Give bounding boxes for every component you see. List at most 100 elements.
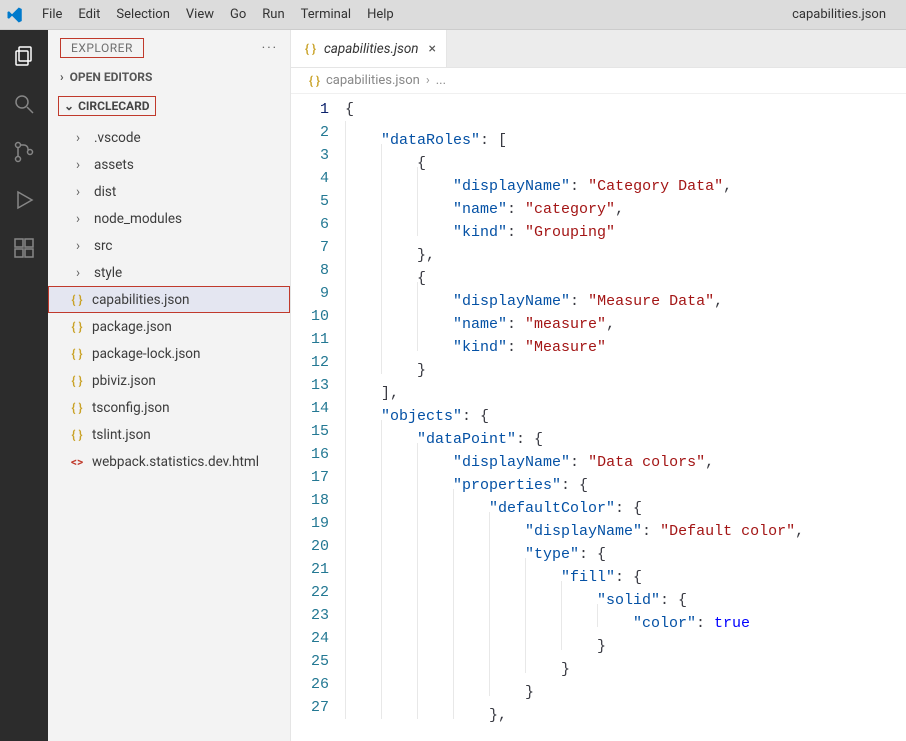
tree-label: node_modules — [94, 211, 182, 227]
code-line[interactable]: "kind": "Measure" — [345, 328, 804, 351]
code-line[interactable]: } — [345, 351, 804, 374]
line-number: 2 — [311, 121, 329, 144]
line-number: 7 — [311, 236, 329, 259]
explorer-more-icon[interactable]: ··· — [262, 41, 278, 56]
code-line[interactable]: "displayName": "Category Data", — [345, 167, 804, 190]
menu-go[interactable]: Go — [222, 7, 254, 22]
tree-label: package-lock.json — [92, 346, 200, 362]
activity-bar — [0, 30, 48, 741]
tree-item-tslint-json[interactable]: { }tslint.json — [48, 421, 290, 448]
json-icon: { } — [305, 42, 316, 56]
breadcrumb[interactable]: { } capabilities.json › ... — [291, 68, 906, 94]
line-number: 5 — [311, 190, 329, 213]
source-control-icon[interactable] — [12, 140, 36, 164]
code-line[interactable]: { — [345, 98, 804, 121]
tree-label: capabilities.json — [92, 292, 190, 308]
run-debug-icon[interactable] — [12, 188, 36, 212]
json-icon: { } — [68, 401, 86, 415]
breadcrumb-file: capabilities.json — [326, 73, 420, 88]
menu-selection[interactable]: Selection — [108, 7, 177, 22]
tree-item-webpack-statistics-dev-html[interactable]: <>webpack.statistics.dev.html — [48, 448, 290, 475]
tree-item-src[interactable]: ›src — [48, 232, 290, 259]
line-number: 25 — [311, 650, 329, 673]
tab-close-icon[interactable]: × — [429, 41, 436, 57]
explorer-label: EXPLORER — [60, 38, 144, 58]
code-line[interactable]: { — [345, 259, 804, 282]
line-number: 14 — [311, 397, 329, 420]
tree-item-assets[interactable]: ›assets — [48, 151, 290, 178]
line-number: 24 — [311, 627, 329, 650]
line-number: 23 — [311, 604, 329, 627]
code-line[interactable]: ], — [345, 374, 804, 397]
tree-item-dist[interactable]: ›dist — [48, 178, 290, 205]
menu-edit[interactable]: Edit — [70, 7, 108, 22]
code-line[interactable]: } — [345, 650, 804, 673]
menu-run[interactable]: Run — [254, 7, 292, 22]
code-line[interactable]: "defaultColor": { — [345, 489, 804, 512]
code-line[interactable]: "type": { — [345, 535, 804, 558]
vscode-logo — [6, 6, 24, 24]
chevron-right-icon: › — [76, 130, 88, 146]
code-line[interactable]: }, — [345, 696, 804, 719]
line-number: 21 — [311, 558, 329, 581]
line-number: 12 — [311, 351, 329, 374]
json-icon: { } — [68, 320, 86, 334]
code-line[interactable]: "color": true — [345, 604, 804, 627]
tree-item-package-lock-json[interactable]: { }package-lock.json — [48, 340, 290, 367]
menu-file[interactable]: File — [34, 7, 70, 22]
open-editors-section[interactable]: › OPEN EDITORS — [48, 64, 290, 90]
line-number: 3 — [311, 144, 329, 167]
folder-name: CIRCLECARD — [78, 99, 150, 113]
tree-item-node_modules[interactable]: › node_modules — [48, 205, 290, 232]
editor-body[interactable]: 1234567891011121314151617181920212223242… — [291, 94, 906, 741]
menu-view[interactable]: View — [178, 7, 222, 22]
tree-item-tsconfig-json[interactable]: { }tsconfig.json — [48, 394, 290, 421]
menu-terminal[interactable]: Terminal — [293, 7, 359, 22]
tab-capabilities-json[interactable]: { } capabilities.json × — [291, 30, 447, 67]
tree-label: style — [94, 265, 122, 281]
explorer-icon[interactable] — [12, 44, 36, 68]
tree-label: webpack.statistics.dev.html — [92, 454, 259, 470]
code-line[interactable]: "dataRoles": [ — [345, 121, 804, 144]
tree-item-package-json[interactable]: { } package.json — [48, 313, 290, 340]
chevron-right-icon: › — [76, 211, 88, 227]
code-line[interactable]: "solid": { — [345, 581, 804, 604]
code-line[interactable]: "displayName": "Measure Data", — [345, 282, 804, 305]
code-line[interactable]: "fill": { — [345, 558, 804, 581]
code-line[interactable]: "objects": { — [345, 397, 804, 420]
code-line[interactable]: "kind": "Grouping" — [345, 213, 804, 236]
json-icon: { } — [68, 374, 86, 388]
code-area[interactable]: {"dataRoles": [{"displayName": "Category… — [345, 94, 804, 741]
code-line[interactable]: "displayName": "Data colors", — [345, 443, 804, 466]
line-number: 26 — [311, 673, 329, 696]
code-line[interactable]: "displayName": "Default color", — [345, 512, 804, 535]
code-line[interactable]: { — [345, 144, 804, 167]
tree-item-style[interactable]: ›style — [48, 259, 290, 286]
search-icon[interactable] — [12, 92, 36, 116]
code-line[interactable]: } — [345, 627, 804, 650]
chevron-right-icon: › — [60, 70, 64, 84]
tree-label: dist — [94, 184, 116, 200]
code-line[interactable]: "name": "category", — [345, 190, 804, 213]
line-number: 17 — [311, 466, 329, 489]
extensions-icon[interactable] — [12, 236, 36, 260]
folder-header[interactable]: ⌄ CIRCLECARD — [48, 90, 290, 122]
code-line[interactable]: "properties": { — [345, 466, 804, 489]
tree-item-pbiviz-json[interactable]: { }pbiviz.json — [48, 367, 290, 394]
window-title: capabilities.json — [792, 7, 906, 22]
menu-help[interactable]: Help — [359, 7, 402, 22]
tree-item--vscode[interactable]: ›.vscode — [48, 124, 290, 151]
line-number: 11 — [311, 328, 329, 351]
open-editors-label: OPEN EDITORS — [70, 70, 153, 84]
breadcrumb-rest: ... — [436, 73, 446, 88]
tree-label: package.json — [92, 319, 172, 335]
tree-label: assets — [94, 157, 134, 173]
line-number: 27 — [311, 696, 329, 719]
code-line[interactable]: "dataPoint": { — [345, 420, 804, 443]
code-line[interactable]: } — [345, 673, 804, 696]
tab-label: capabilities.json — [324, 41, 419, 57]
code-line[interactable]: "name": "measure", — [345, 305, 804, 328]
editor-group: { } capabilities.json × { } capabilities… — [291, 30, 906, 741]
tree-item-capabilities-json[interactable]: { }capabilities.json — [48, 286, 290, 313]
code-line[interactable]: }, — [345, 236, 804, 259]
